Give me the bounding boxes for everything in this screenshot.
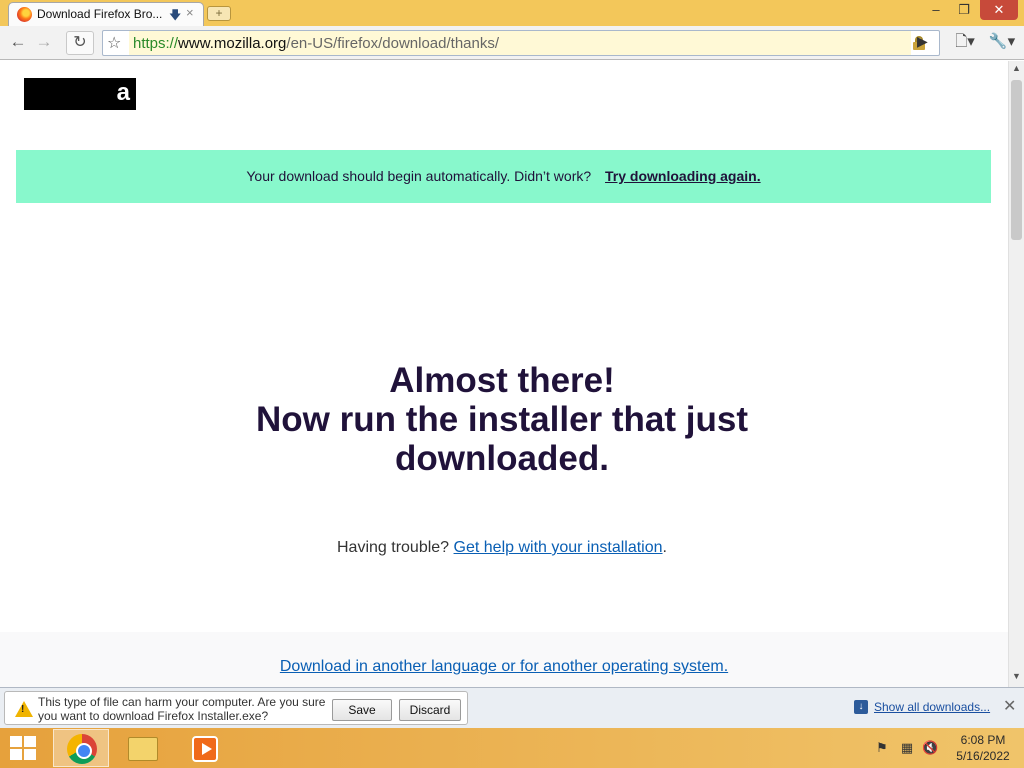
vertical-scrollbar[interactable]: ▲ ▼ bbox=[1008, 61, 1024, 687]
scroll-thumb[interactable] bbox=[1011, 80, 1022, 240]
download-arrow-icon: 🡇 bbox=[169, 8, 182, 22]
downloads-icon[interactable]: ↓ bbox=[854, 700, 868, 714]
try-downloading-again-link[interactable]: Try downloading again. bbox=[605, 168, 761, 184]
bookmark-star-icon[interactable]: ☆ bbox=[107, 33, 121, 53]
download-warning-text: This type of file can harm your computer… bbox=[38, 695, 326, 723]
action-center-flag-icon[interactable]: ⚑ bbox=[874, 740, 890, 756]
scroll-up-arrow-icon[interactable]: ▲ bbox=[1009, 63, 1024, 73]
warning-icon: ! bbox=[15, 701, 33, 717]
new-tab-button[interactable]: + bbox=[207, 6, 231, 21]
system-clock[interactable]: 6:08 PM 5/16/2022 bbox=[948, 732, 1018, 764]
notice-text: Your download should begin automatically… bbox=[246, 168, 592, 184]
tab-strip: Download Firefox Bro... 🡇 × + ‒ ❐ ✕ bbox=[0, 0, 1024, 26]
url-host: www.mozilla.org bbox=[178, 35, 287, 52]
clock-date: 5/16/2022 bbox=[956, 749, 1010, 763]
tab-close-icon[interactable]: × bbox=[186, 5, 194, 20]
taskbar-chrome-icon[interactable] bbox=[53, 729, 109, 767]
download-warning-item: ! This type of file can harm your comput… bbox=[4, 691, 468, 725]
taskbar-file-explorer-icon[interactable] bbox=[115, 729, 171, 767]
minimize-button[interactable]: ‒ bbox=[922, 0, 950, 20]
network-icon[interactable]: ▦ bbox=[899, 740, 915, 756]
tab-title: Download Firefox Bro... bbox=[37, 7, 163, 21]
reload-button[interactable]: ↻ bbox=[66, 31, 94, 55]
discard-button[interactable]: Discard bbox=[399, 699, 461, 721]
help-text: Having trouble? Get help with your insta… bbox=[200, 539, 804, 557]
maximize-button[interactable]: ❐ bbox=[950, 0, 978, 20]
alternate-download-link[interactable]: Download in another language or for anot… bbox=[0, 658, 1008, 676]
taskbar-media-player-icon[interactable] bbox=[176, 729, 232, 767]
forward-button[interactable]: → bbox=[32, 31, 56, 55]
page-viewport: a Your download should begin automatical… bbox=[0, 61, 1008, 687]
trouble-label: Having trouble? bbox=[337, 539, 450, 556]
clock-time: 6:08 PM bbox=[960, 733, 1006, 747]
show-all-downloads-link[interactable]: Show all downloads... bbox=[874, 700, 990, 714]
wrench-menu-button[interactable]: 🔧▾ bbox=[986, 31, 1018, 55]
installation-help-link[interactable]: Get help with your installation bbox=[454, 539, 663, 556]
start-button-windows-icon[interactable] bbox=[10, 736, 36, 760]
close-shelf-icon[interactable]: ✕ bbox=[1003, 696, 1016, 716]
trouble-suffix: . bbox=[662, 539, 667, 556]
url-path: /en-US/firefox/download/thanks/ bbox=[286, 35, 500, 52]
browser-toolbar: ← → ↻ ☆ https://www.mozilla.org/en-US/fi… bbox=[0, 26, 1024, 60]
url-text: https://www.mozilla.org/en-US/firefox/do… bbox=[133, 35, 499, 52]
page-headline: Almost there! Now run the installer that… bbox=[200, 361, 804, 478]
download-notice-banner: Your download should begin automatically… bbox=[16, 150, 991, 203]
download-shelf: ! This type of file can harm your comput… bbox=[0, 687, 1024, 728]
go-button[interactable]: ▶ bbox=[917, 33, 928, 50]
page-menu-button[interactable]: 🗋▾ bbox=[950, 31, 980, 55]
windows-taskbar: ⚑ ▦ 🔇 6:08 PM 5/16/2022 bbox=[0, 728, 1024, 768]
url-field[interactable]: https://www.mozilla.org/en-US/firefox/do… bbox=[129, 31, 925, 55]
url-scheme: https:// bbox=[133, 35, 179, 52]
alternate-download-section: Download in another language or for anot… bbox=[0, 632, 1008, 687]
omnibox[interactable]: ☆ https://www.mozilla.org/en-US/firefox/… bbox=[102, 30, 940, 56]
logo-letter: a bbox=[116, 79, 130, 106]
headline-line-1: Almost there! bbox=[389, 361, 615, 400]
back-button[interactable]: ← bbox=[6, 31, 30, 55]
browser-tab[interactable]: Download Firefox Bro... 🡇 × bbox=[8, 2, 204, 26]
scroll-down-arrow-icon[interactable]: ▼ bbox=[1009, 671, 1024, 681]
mozilla-logo[interactable]: a bbox=[24, 78, 136, 110]
save-button[interactable]: Save bbox=[332, 699, 392, 721]
headline-line-2: Now run the installer that just download… bbox=[256, 400, 748, 478]
window-close-button[interactable]: ✕ bbox=[980, 0, 1018, 20]
volume-muted-icon[interactable]: 🔇 bbox=[922, 740, 938, 756]
firefox-favicon-icon bbox=[17, 7, 32, 22]
